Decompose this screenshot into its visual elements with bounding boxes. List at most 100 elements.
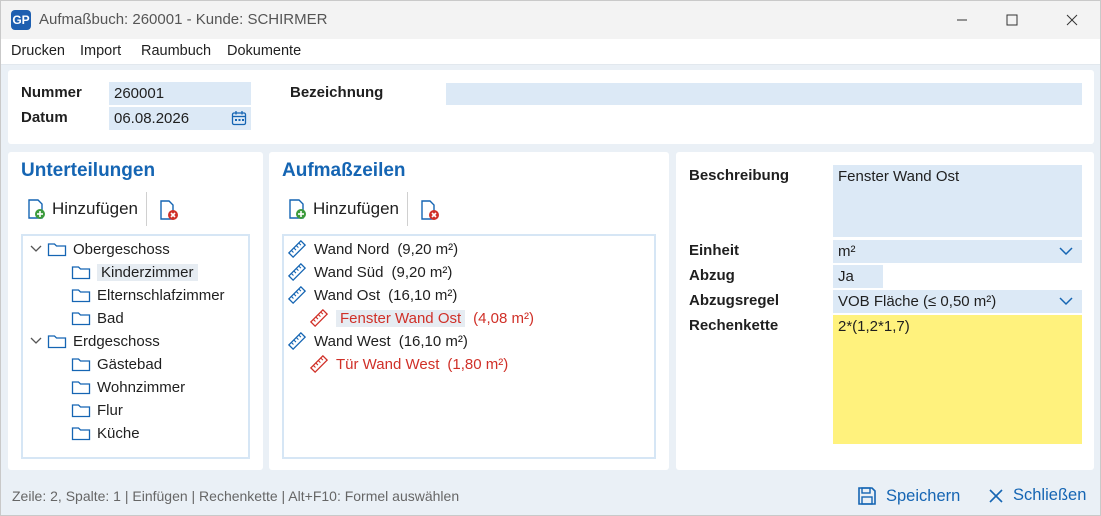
menu-import[interactable]: Import: [80, 43, 121, 59]
datum-value: 06.08.2026: [114, 110, 190, 127]
unterteilungen-title: Unterteilungen: [21, 160, 156, 181]
aufmasszeilen-add-button[interactable]: Hinzufügen: [286, 198, 399, 220]
aufmasszeilen-title: Aufmaßzeilen: [282, 160, 406, 181]
unterteilungen-panel: Unterteilungen Hinzufügen Obergeschoss Ki…: [8, 152, 263, 470]
datum-field[interactable]: 06.08.2026: [109, 107, 251, 130]
abzugsregel-value: VOB Fläche (≤ 0,50 m²): [838, 293, 997, 310]
tree-room-item[interactable]: Bad: [71, 307, 124, 329]
close-button[interactable]: Schließen: [987, 486, 1086, 505]
row-label: Tür Wand West: [336, 355, 440, 373]
tree-room-item[interactable]: Flur: [71, 399, 123, 421]
measurement-row[interactable]: Wand Nord (9,20 m²): [288, 238, 458, 260]
maximize-icon: [1006, 14, 1018, 26]
delete-document-icon: [421, 200, 439, 220]
menu-raumbuch[interactable]: Raumbuch: [141, 43, 211, 59]
minimize-icon: [957, 19, 967, 21]
abzug-field[interactable]: Ja: [833, 265, 883, 288]
close-icon: [1066, 14, 1078, 26]
chevron-down-icon: [1059, 247, 1073, 256]
unterteilungen-add-button[interactable]: Hinzufügen: [25, 198, 138, 220]
menu-drucken[interactable]: Drucken: [11, 43, 65, 59]
aufmasszeilen-delete-button[interactable]: [419, 199, 441, 221]
abzugsregel-label: Abzugsregel: [689, 292, 780, 309]
datum-label: Datum: [21, 109, 68, 126]
row-area-value: (1,80 m²): [447, 355, 509, 373]
add-document-icon: [289, 199, 306, 219]
tree-item-label: Elternschlafzimmer: [97, 286, 225, 304]
row-label: Wand Nord: [314, 240, 390, 258]
close-icon: [989, 488, 1003, 503]
maximize-button[interactable]: [989, 1, 1035, 39]
folder-icon: [71, 289, 91, 303]
folder-icon: [71, 404, 91, 418]
folder-icon: [71, 381, 91, 395]
status-text: Zeile: 2, Spalte: 1 | Einfügen | Rechenk…: [12, 488, 460, 504]
tree-floor-item[interactable]: Obergeschoss: [29, 238, 170, 260]
row-label: Fenster Wand Ost: [336, 309, 466, 327]
deduction-row[interactable]: Fenster Wand Ost (4,08 m²): [310, 307, 534, 329]
rechenkette-field[interactable]: 2*(1,2*1,7): [833, 315, 1082, 444]
toolbar-separator: [407, 192, 408, 226]
tree-item-label: Obergeschoss: [73, 240, 170, 258]
row-area-value: (16,10 m²): [398, 332, 468, 350]
tree-room-item[interactable]: Elternschlafzimmer: [71, 284, 225, 306]
row-area-value: (9,20 m²): [391, 263, 453, 281]
menu-bar: Drucken Import Raumbuch Dokumente: [1, 39, 1100, 65]
measurement-row[interactable]: Wand Süd (9,20 m²): [288, 261, 452, 283]
einheit-select[interactable]: m²: [833, 240, 1082, 263]
nummer-field[interactable]: 260001: [109, 82, 251, 105]
chevron-down-icon[interactable]: [29, 334, 43, 348]
deduction-ruler-icon: [310, 355, 328, 373]
tree-room-item[interactable]: Gästebad: [71, 353, 162, 375]
ruler-icon: [288, 240, 306, 258]
ruler-icon: [288, 263, 306, 281]
header-panel: Nummer 260001 Datum 06.08.2026 Bezeichnu…: [8, 70, 1094, 144]
details-panel: Beschreibung Fenster Wand Ost Einheit m²…: [676, 152, 1094, 470]
bezeichnung-field[interactable]: [446, 83, 1082, 105]
save-button[interactable]: Speichern: [857, 486, 960, 506]
rechenkette-label: Rechenkette: [689, 317, 779, 334]
menu-dokumente[interactable]: Dokumente: [227, 43, 301, 59]
tree-room-item[interactable]: Küche: [71, 422, 140, 444]
unterteilungen-tree[interactable]: Obergeschoss Kinderzimmer Elternschlafzimm…: [21, 234, 250, 459]
tree-floor-item[interactable]: Erdgeschoss: [29, 330, 160, 352]
row-label: Wand Ost: [314, 286, 381, 304]
row-area-value: (4,08 m²): [473, 309, 534, 327]
tree-item-label: Bad: [97, 309, 124, 327]
tree-item-label: Wohnzimmer: [97, 378, 186, 396]
tree-room-item[interactable]: Wohnzimmer: [71, 376, 185, 398]
aufmasszeilen-add-label: Hinzufügen: [313, 199, 400, 218]
beschreibung-label: Beschreibung: [689, 167, 790, 184]
tree-item-label: Küche: [97, 424, 140, 442]
app-window: GP Aufmaßbuch: 260001 - Kunde: SCHIRMER …: [0, 0, 1101, 516]
minimize-button[interactable]: [939, 1, 985, 39]
folder-icon: [71, 358, 91, 372]
aufmasszeilen-panel: Aufmaßzeilen Hinzufügen Wand Nord (9,20 m…: [269, 152, 669, 470]
ruler-icon: [288, 332, 306, 350]
abzugsregel-select[interactable]: VOB Fläche (≤ 0,50 m²): [833, 290, 1082, 313]
tree-room-item[interactable]: Kinderzimmer: [71, 261, 198, 283]
close-window-button[interactable]: [1049, 1, 1095, 39]
aufmasszeilen-list[interactable]: Wand Nord (9,20 m²) Wand Süd (9,20 m²) Wand …: [282, 234, 656, 459]
einheit-label: Einheit: [689, 242, 740, 259]
delete-document-icon: [160, 200, 178, 220]
deduction-ruler-icon: [310, 309, 328, 327]
folder-icon: [47, 335, 67, 349]
row-area-value: (9,20 m²): [397, 240, 459, 258]
save-label: Speichern: [886, 486, 961, 505]
deduction-row[interactable]: Tür Wand West (1,80 m²): [310, 353, 508, 375]
window-title: Aufmaßbuch: 260001 - Kunde: SCHIRMER: [39, 11, 328, 28]
save-icon: [858, 487, 876, 505]
folder-icon: [71, 266, 91, 280]
folder-icon: [71, 312, 91, 326]
measurement-row[interactable]: Wand West (16,10 m²): [288, 330, 468, 352]
row-label: Wand West: [314, 332, 391, 350]
tree-item-label: Kinderzimmer: [97, 263, 198, 281]
beschreibung-field[interactable]: Fenster Wand Ost: [833, 165, 1082, 237]
bezeichnung-label: Bezeichnung: [290, 84, 384, 101]
calendar-icon[interactable]: [231, 110, 247, 126]
unterteilungen-delete-button[interactable]: [158, 199, 180, 221]
measurement-row[interactable]: Wand Ost (16,10 m²): [288, 284, 457, 306]
chevron-down-icon[interactable]: [29, 242, 43, 256]
row-area-value: (16,10 m²): [388, 286, 458, 304]
